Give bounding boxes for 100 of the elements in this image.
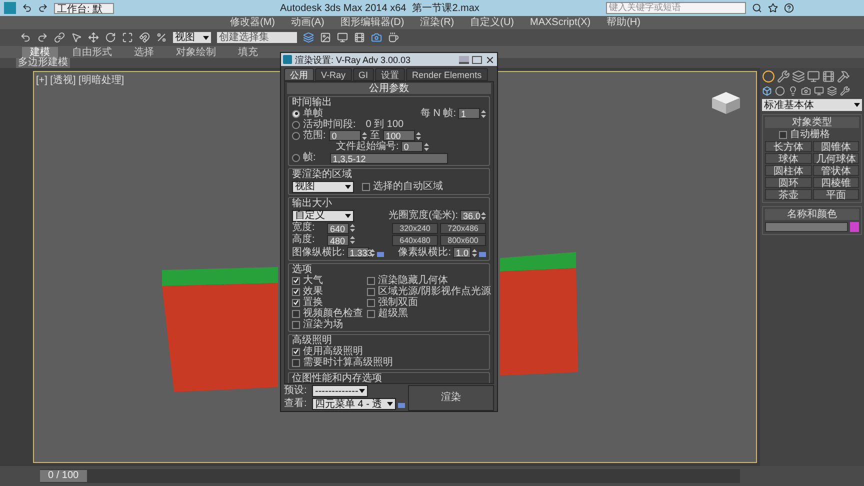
- time-slider-thumb[interactable]: 0 / 100: [40, 470, 87, 482]
- primitive-button[interactable]: 几何球体: [812, 153, 859, 164]
- checkbox[interactable]: [292, 348, 300, 356]
- toolbar-icon[interactable]: [337, 32, 348, 43]
- menu-item[interactable]: 渲染(R): [420, 15, 454, 30]
- category-icon[interactable]: [762, 86, 772, 96]
- viewport-label[interactable]: [+] [透视] [明暗处理]: [36, 73, 124, 88]
- category-icon[interactable]: [840, 86, 850, 96]
- primitive-type-dropdown[interactable]: 标准基本体: [762, 99, 862, 111]
- checkbox[interactable]: [292, 320, 300, 328]
- category-icon[interactable]: [788, 86, 798, 96]
- toolbar-icon[interactable]: [139, 32, 150, 43]
- checkbox[interactable]: [779, 130, 787, 138]
- menu-item[interactable]: 修改器(M): [230, 15, 275, 30]
- ribbon-tab[interactable]: 自由形式: [64, 46, 120, 58]
- resolution-preset-button[interactable]: 720x486: [440, 222, 486, 234]
- toolbar-icon[interactable]: [71, 32, 82, 43]
- view-cube-icon[interactable]: [710, 90, 742, 116]
- radio-button[interactable]: [292, 154, 300, 162]
- toolbar-icon[interactable]: [54, 32, 65, 43]
- primitive-button[interactable]: 圆环: [765, 177, 812, 188]
- help-icon[interactable]: [784, 3, 794, 13]
- toolbar-icon[interactable]: [122, 32, 133, 43]
- number-field[interactable]: 0: [400, 141, 423, 152]
- undo-icon[interactable]: [22, 3, 32, 13]
- maximize-icon[interactable]: [472, 56, 482, 64]
- checkbox[interactable]: [367, 276, 375, 284]
- menu-item[interactable]: 自定义(U): [470, 15, 514, 30]
- toolbar-icon[interactable]: [320, 32, 331, 43]
- frames-field[interactable]: 1,3,5-12: [330, 152, 448, 164]
- number-field[interactable]: 100: [382, 130, 415, 141]
- ribbon-tab[interactable]: 建模: [22, 46, 58, 58]
- star-icon[interactable]: [768, 3, 778, 13]
- redo-icon[interactable]: [38, 3, 48, 13]
- view-dropdown[interactable]: 视图: [173, 32, 211, 43]
- panel-tab-icon[interactable]: [822, 70, 835, 83]
- selection-set-field[interactable]: 创建选择集: [217, 32, 297, 43]
- checkbox[interactable]: [367, 288, 375, 296]
- number-field[interactable]: 1.0: [453, 247, 471, 258]
- primitive-button[interactable]: 茶壶: [765, 189, 812, 200]
- primitive-button[interactable]: 平面: [812, 189, 859, 200]
- number-field[interactable]: 1: [458, 108, 480, 119]
- number-field[interactable]: 480: [327, 234, 349, 246]
- number-field[interactable]: 640: [327, 222, 349, 234]
- render-button[interactable]: 渲染: [408, 384, 494, 410]
- category-icon[interactable]: [827, 86, 837, 96]
- close-icon[interactable]: [485, 56, 495, 64]
- panel-tab-icon[interactable]: [777, 70, 790, 83]
- panel-tab-icon[interactable]: [807, 70, 820, 83]
- checkbox[interactable]: [292, 298, 300, 306]
- toolbar-icon[interactable]: [105, 32, 116, 43]
- toolbar-icon[interactable]: [388, 32, 399, 43]
- dropdown[interactable]: -------------: [312, 385, 368, 397]
- number-field[interactable]: 36.0: [460, 210, 480, 221]
- rollout-header[interactable]: 对象类型: [765, 117, 859, 128]
- toolbar-icon[interactable]: [303, 32, 314, 43]
- rollout-header[interactable]: 名称和颜色: [765, 209, 859, 220]
- resolution-preset-button[interactable]: 800x600: [440, 234, 486, 246]
- primitive-button[interactable]: 长方体: [765, 141, 812, 152]
- toolbar-icon[interactable]: [37, 32, 48, 43]
- search-icon[interactable]: [752, 3, 762, 13]
- ribbon-panel-label[interactable]: 多边形建模: [16, 58, 70, 68]
- panel-tab-icon[interactable]: [792, 70, 805, 83]
- primitive-button[interactable]: 管状体: [812, 165, 859, 176]
- checkbox[interactable]: [292, 288, 300, 296]
- radio-button[interactable]: [292, 110, 300, 118]
- color-swatch[interactable]: [850, 222, 859, 232]
- dialog-tab[interactable]: 公用: [284, 68, 314, 81]
- checkbox[interactable]: [292, 310, 300, 318]
- radio-button[interactable]: [292, 132, 300, 140]
- toolbar-icon[interactable]: [20, 32, 31, 43]
- ribbon-tab[interactable]: 选择: [126, 46, 162, 58]
- minimize-icon[interactable]: [459, 56, 469, 64]
- name-field[interactable]: [765, 222, 848, 232]
- dropdown[interactable]: 四元菜单 4 - 透: [312, 398, 396, 410]
- panel-tab-icon[interactable]: [837, 70, 850, 83]
- menu-item[interactable]: 帮助(H): [606, 15, 640, 30]
- checkbox[interactable]: [292, 358, 300, 366]
- rollout-header[interactable]: 公用参数: [287, 83, 491, 94]
- category-icon[interactable]: [775, 86, 785, 96]
- number-field[interactable]: 0: [328, 130, 361, 141]
- workspace-dropdown[interactable]: 工作台: 默: [54, 2, 114, 14]
- dropdown[interactable]: 视图: [292, 180, 354, 192]
- primitive-button[interactable]: 球体: [765, 153, 812, 164]
- resolution-preset-button[interactable]: 320x240: [392, 222, 438, 234]
- checkbox[interactable]: [292, 276, 300, 284]
- primitive-button[interactable]: 圆锥体: [812, 141, 859, 152]
- category-icon[interactable]: [814, 86, 824, 96]
- ribbon-tab[interactable]: 对象绘制: [168, 46, 224, 58]
- menu-item[interactable]: MAXScript(X): [530, 15, 591, 30]
- primitive-button[interactable]: 四棱锥: [812, 177, 859, 188]
- dropdown[interactable]: 自定义: [292, 210, 354, 222]
- ribbon-tab[interactable]: 填充: [230, 46, 266, 58]
- menu-item[interactable]: 动画(A): [291, 15, 324, 30]
- checkbox[interactable]: [367, 298, 375, 306]
- resolution-preset-button[interactable]: 640x480: [392, 234, 438, 246]
- toolbar-icon[interactable]: [354, 32, 365, 43]
- checkbox[interactable]: [367, 310, 375, 318]
- panel-tab-icon[interactable]: [762, 70, 775, 83]
- toolbar-icon[interactable]: [371, 32, 382, 43]
